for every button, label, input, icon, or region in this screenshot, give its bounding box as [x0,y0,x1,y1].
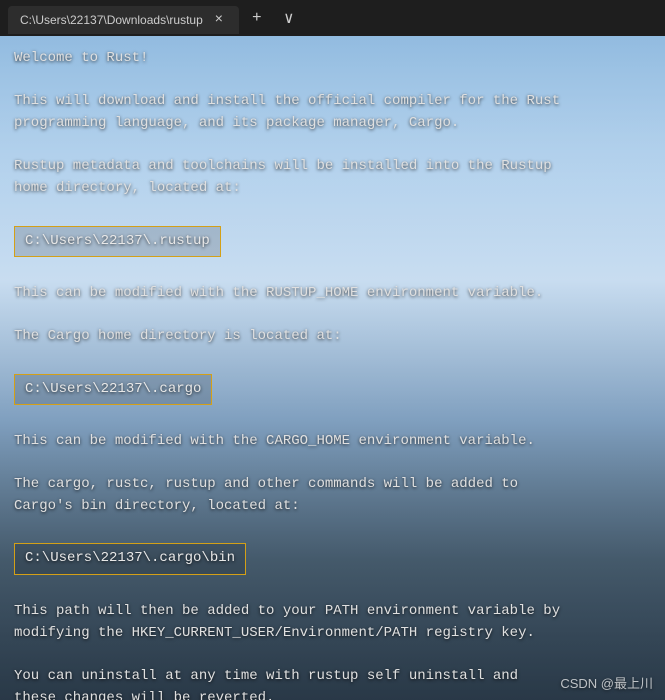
path-box: C:\Users\22137\.cargo\bin [14,543,246,575]
terminal-line: This can be modified with the RUSTUP_HOM… [14,283,651,305]
terminal-line: The cargo, rustc, rustup and other comma… [14,474,651,496]
terminal-line: home directory, located at: [14,178,651,200]
empty-line [14,579,651,601]
terminal-tab[interactable]: C:\Users\22137\Downloads\rustup × [8,6,239,34]
terminal-line: This path will then be added to your PAT… [14,601,651,623]
path-box: C:\Users\22137\.cargo [14,374,212,406]
titlebar: C:\Users\22137\Downloads\rustup × + ∨ [0,0,665,36]
empty-line [14,518,651,540]
terminal-content: Welcome to Rust! This will download and i… [0,36,665,700]
terminal-line: Welcome to Rust! [14,48,651,70]
terminal-line: Rustup metadata and toolchains will be i… [14,156,651,178]
empty-line [14,70,651,92]
tab-close-button[interactable]: × [211,12,227,28]
tab-title: C:\Users\22137\Downloads\rustup [20,13,203,27]
empty-line [14,644,651,666]
window: C:\Users\22137\Downloads\rustup × + ∨ We… [0,0,665,700]
terminal-line: The Cargo home directory is located at: [14,326,651,348]
empty-line [14,453,651,475]
empty-line [14,261,651,283]
path-box: C:\Users\22137\.rustup [14,226,221,258]
terminal-line: This can be modified with the CARGO_HOME… [14,431,651,453]
terminal-line: You can uninstall at any time with rustu… [14,666,651,688]
terminal-line: programming language, and its package ma… [14,113,651,135]
tab-actions: + ∨ [243,4,303,32]
empty-line [14,305,651,327]
empty-line [14,135,651,157]
watermark: CSDN @最上川 [560,673,653,692]
dropdown-button[interactable]: ∨ [275,4,303,32]
terminal-line: Cargo's bin directory, located at: [14,496,651,518]
empty-line [14,348,651,370]
new-tab-button[interactable]: + [243,4,271,32]
empty-line [14,200,651,222]
terminal-line: these changes will be reverted. [14,688,651,700]
terminal-line: modifying the HKEY_CURRENT_USER/Environm… [14,623,651,645]
terminal-line: This will download and install the offic… [14,91,651,113]
terminal-output: Welcome to Rust! This will download and i… [14,48,651,700]
empty-line [14,409,651,431]
